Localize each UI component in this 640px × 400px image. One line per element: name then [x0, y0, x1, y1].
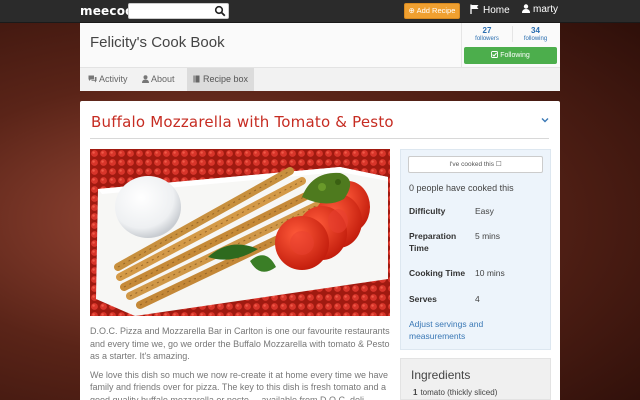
check-square-icon — [491, 51, 499, 58]
followers-label: followers — [475, 36, 499, 42]
user-icon — [522, 4, 530, 13]
top-navbar: meecook ⊕ Add Recipe Home marty — [0, 0, 640, 23]
tab-about[interactable]: About — [136, 68, 181, 91]
chevron-down-icon[interactable] — [540, 115, 550, 125]
cooked-this-label: I've cooked this — [449, 161, 494, 168]
detail-value: Easy — [475, 206, 494, 216]
nav-home-label: Home — [483, 5, 510, 16]
comments-icon — [88, 75, 97, 83]
nav-user-label: marty — [533, 4, 558, 15]
recipe-description: D.O.C. Pizza and Mozzarella Bar in Carlt… — [90, 325, 390, 400]
description-paragraph: We love this dish so much we now re-crea… — [90, 369, 388, 400]
detail-label: Cooking Time — [409, 268, 466, 278]
ingredients-panel: Ingredients 1 tomato (thickly sliced) — [400, 358, 551, 400]
detail-value: 10 mins — [475, 268, 505, 278]
description-paragraph: D.O.C. Pizza and Mozzarella Bar in Carlt… — [90, 326, 390, 361]
tab-activity-label: Activity — [99, 74, 128, 84]
cooked-this-button[interactable]: I've cooked this ☐ — [408, 156, 543, 173]
checkbox-empty-icon: ☐ — [495, 161, 502, 168]
cookbook-title: Felicity's Cook Book — [90, 34, 225, 51]
flag-icon — [470, 4, 479, 14]
followers-stat[interactable]: 27 followers — [464, 26, 510, 42]
recipe-title: Buffalo Mozzarella with Tomato & Pesto — [91, 113, 394, 131]
tab-recipe-box-label: Recipe box — [203, 74, 249, 84]
profile-card: Felicity's Cook Book 27 followers 34 fol… — [80, 23, 560, 91]
ingredient-text: tomato (thickly sliced) — [420, 388, 498, 397]
detail-label: Preparation Time — [409, 231, 457, 253]
following-count: 34 — [531, 26, 540, 35]
recipe-card: Buffalo Mozzarella with Tomato & Pesto D… — [80, 101, 560, 400]
search-box[interactable] — [128, 3, 229, 19]
title-divider — [90, 138, 549, 139]
following-label: following — [523, 36, 548, 42]
following-button-label: Following — [500, 52, 530, 59]
adjust-servings-link[interactable]: Adjust servings and measurements — [409, 318, 529, 342]
profile-tabs: Activity About Recipe box — [80, 67, 560, 91]
search-input[interactable] — [129, 4, 215, 18]
book-icon — [193, 75, 200, 83]
nav-home-link[interactable]: Home — [470, 4, 510, 16]
search-icon[interactable] — [214, 5, 226, 17]
cooked-count: 0 people have cooked this — [409, 183, 514, 193]
user-icon — [142, 75, 149, 83]
plus-circle-icon: ⊕ — [408, 6, 415, 15]
recipe-info-panel: I've cooked this ☐ 0 people have cooked … — [400, 149, 551, 350]
nav-user-menu[interactable]: marty — [522, 4, 558, 15]
detail-label: Serves — [409, 294, 437, 304]
ingredient-qty: 1 — [413, 388, 418, 397]
following-button[interactable]: Following — [464, 47, 557, 64]
add-recipe-button[interactable]: ⊕ Add Recipe — [404, 3, 460, 19]
ingredients-title: Ingredients — [411, 368, 471, 382]
followers-count: 27 — [482, 26, 492, 35]
detail-value: 4 — [475, 294, 480, 304]
recipe-photo — [90, 149, 390, 316]
tab-recipe-box[interactable]: Recipe box — [187, 68, 255, 91]
detail-value: 5 mins — [475, 231, 501, 241]
detail-label: Difficulty — [409, 206, 446, 216]
ingredient-item: 1 tomato (thickly sliced) — [413, 388, 497, 397]
tab-about-label: About — [151, 74, 175, 84]
tab-activity[interactable]: Activity — [82, 68, 134, 91]
following-stat[interactable]: 34 following — [512, 26, 558, 42]
add-recipe-label: Add Recipe — [416, 6, 456, 15]
